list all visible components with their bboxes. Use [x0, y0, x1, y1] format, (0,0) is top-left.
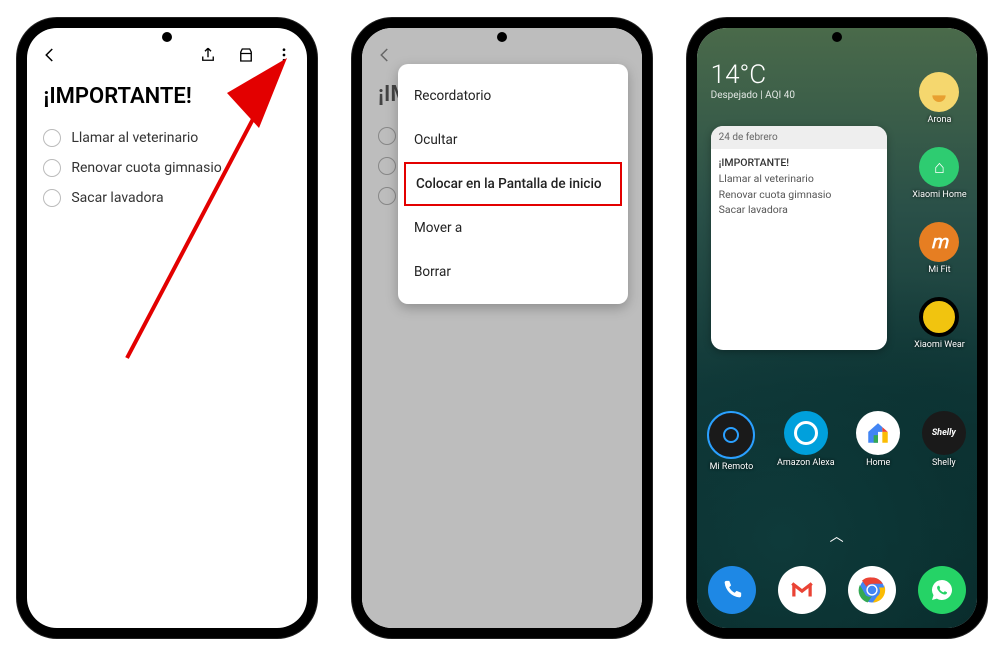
phone-mockup-2: ¡IM Lla Re Sac Recordatorio Ocultar Colo… [352, 18, 652, 638]
menu-item-delete[interactable]: Borrar [398, 250, 628, 294]
dock-phone[interactable] [708, 566, 756, 614]
widget-title: ¡IMPORTANTE! [719, 155, 879, 171]
dock-gmail[interactable] [778, 566, 826, 614]
app-xiaomi-wear[interactable]: Xiaomi Wear [914, 297, 965, 350]
app-xiaomi-home[interactable]: ⌂Xiaomi Home [912, 147, 966, 200]
widget-line: Llamar al veterinario [719, 171, 879, 187]
widget-date: 24 de febrero [711, 126, 887, 149]
home-screen[interactable]: 14°C Despejado | AQI 40 24 de febrero ¡I… [697, 28, 977, 628]
widget-line: Sacar lavadora [719, 202, 879, 218]
dock-chrome[interactable] [848, 566, 896, 614]
phone-mockup-3: 14°C Despejado | AQI 40 24 de febrero ¡I… [687, 18, 987, 638]
app-google-home[interactable]: Home [856, 411, 900, 472]
dock-whatsapp[interactable] [918, 566, 966, 614]
checkbox-icon[interactable] [43, 189, 61, 207]
app-arona[interactable]: Arona [919, 72, 959, 125]
theme-icon[interactable] [237, 46, 255, 68]
app-row: Mi Remoto Amazon Alexa Home ShellyShelly [697, 411, 977, 472]
share-icon[interactable] [199, 46, 217, 68]
phone-mockup-1: ¡IMPORTANTE! Llamar al veterinario Renov… [17, 18, 317, 638]
checkbox-icon[interactable] [43, 159, 61, 177]
app-shelly[interactable]: ShellyShelly [922, 411, 966, 472]
note-widget[interactable]: 24 de febrero ¡IMPORTANTE! Llamar al vet… [711, 126, 887, 350]
back-icon[interactable] [41, 46, 59, 68]
checklist-item[interactable]: Llamar al veterinario [27, 123, 307, 153]
back-icon [376, 46, 394, 68]
widget-line: Renovar cuota gimnasio [719, 187, 879, 203]
screen-dimmed-background: ¡IM Lla Re Sac Recordatorio Ocultar Colo… [362, 28, 642, 628]
context-menu: Recordatorio Ocultar Colocar en la Panta… [398, 64, 628, 304]
temperature: 14°C [711, 60, 795, 90]
menu-item-reminder[interactable]: Recordatorio [398, 74, 628, 118]
side-app-column: Arona ⌂Xiaomi Home ⅿMi Fit Xiaomi Wear [912, 72, 966, 350]
checklist-item[interactable]: Sacar lavadora [27, 183, 307, 213]
all-apps-chevron-icon[interactable]: ︿ [830, 526, 844, 546]
menu-item-hide[interactable]: Ocultar [398, 118, 628, 162]
more-options-icon[interactable] [275, 46, 293, 68]
weather-desc: Despejado | AQI 40 [711, 90, 795, 101]
menu-item-move-to[interactable]: Mover a [398, 206, 628, 250]
app-mi-remoto[interactable]: Mi Remoto [707, 411, 755, 472]
note-title[interactable]: ¡IMPORTANTE! [27, 76, 307, 123]
checkbox-icon[interactable] [43, 129, 61, 147]
app-amazon-alexa[interactable]: Amazon Alexa [777, 411, 835, 472]
app-mi-fit[interactable]: ⅿMi Fit [919, 222, 959, 275]
screen-notes-app: ¡IMPORTANTE! Llamar al veterinario Renov… [27, 28, 307, 628]
dock [697, 566, 977, 614]
checklist-item[interactable]: Renovar cuota gimnasio [27, 153, 307, 183]
weather-widget[interactable]: 14°C Despejado | AQI 40 [711, 60, 795, 101]
menu-item-place-on-home[interactable]: Colocar en la Pantalla de inicio [404, 162, 622, 206]
